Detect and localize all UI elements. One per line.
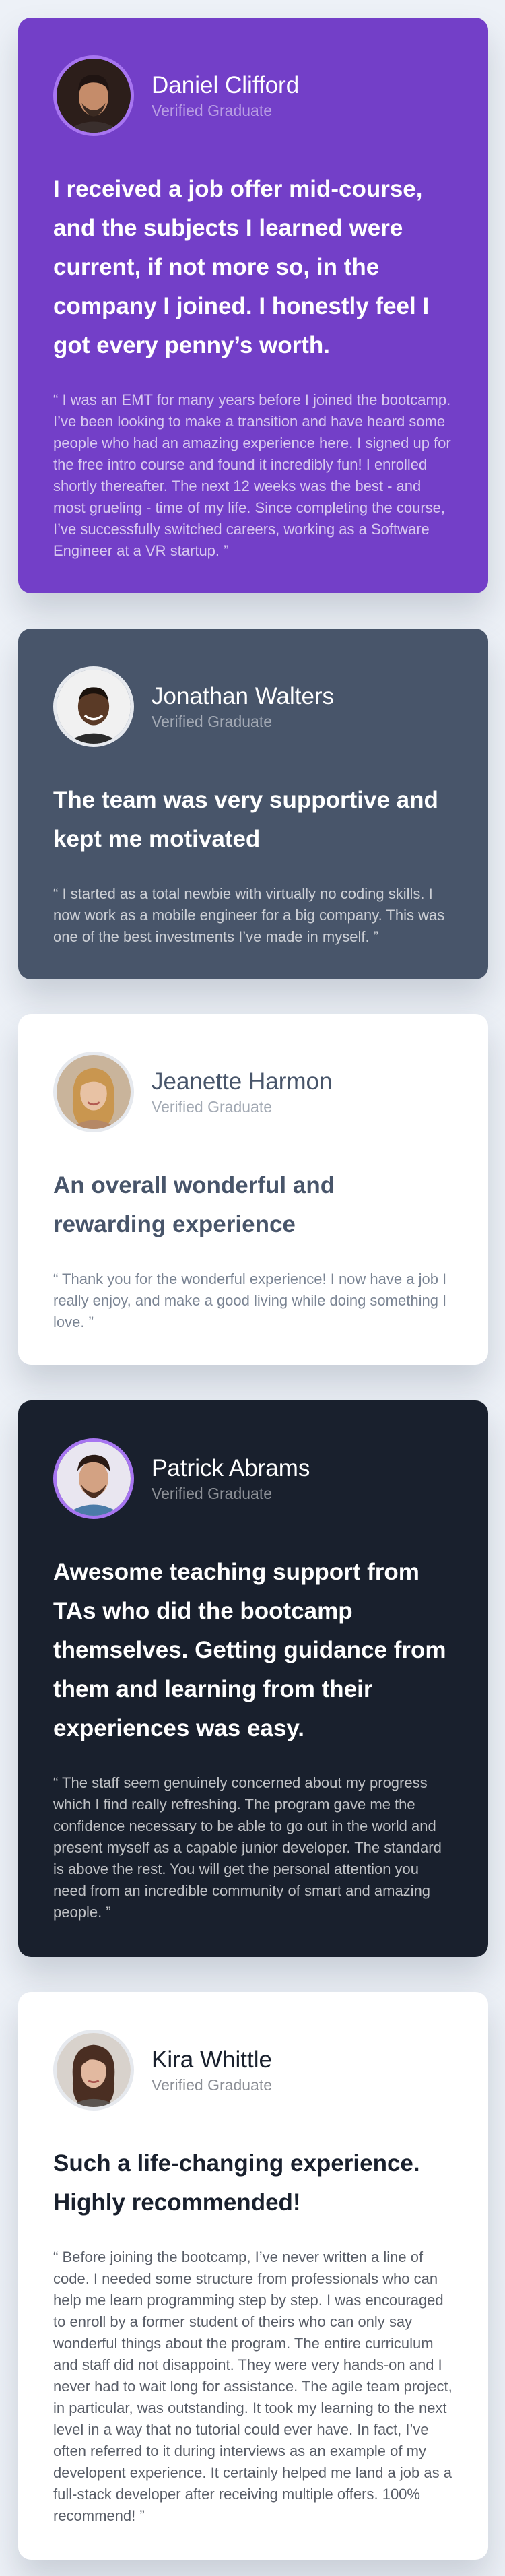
- testimonial-quote: “ The staff seem genuinely concerned abo…: [53, 1774, 442, 1921]
- author-name: Daniel Clifford: [152, 72, 300, 98]
- testimonial-quote: “ Thank you for the wonderful experience…: [53, 1270, 447, 1330]
- person-photo-icon: [57, 670, 131, 744]
- author-name: Jonathan Walters: [152, 683, 335, 709]
- card-header: Kira Whittle Verified Graduate: [53, 2030, 453, 2111]
- author-name: Jeanette Harmon: [152, 1068, 333, 1095]
- avatar: [53, 2030, 134, 2111]
- person-photo-icon: [57, 1442, 131, 1516]
- testimonial-headline: Such a life-changing experience. Highly …: [53, 2150, 420, 2216]
- author-info: Patrick Abrams Verified Graduate: [152, 1454, 310, 1504]
- person-photo-icon: [57, 2033, 131, 2107]
- author-info: Jeanette Harmon Verified Graduate: [152, 1067, 332, 1117]
- author-info: Daniel Clifford Verified Graduate: [152, 71, 299, 121]
- testimonial-headline: I received a job offer mid-course, and t…: [53, 176, 430, 358]
- author-role: Verified Graduate: [152, 2076, 273, 2094]
- author-name: Kira Whittle: [152, 2047, 272, 2073]
- avatar: [53, 1438, 134, 1519]
- testimonial-card-daniel-clifford: Daniel Clifford Verified Graduate I rece…: [18, 18, 488, 593]
- testimonial-headline: An overall wonderful and rewarding exper…: [53, 1172, 335, 1237]
- person-photo-icon: [57, 59, 131, 133]
- card-header: Patrick Abrams Verified Graduate: [53, 1438, 453, 1519]
- testimonial-card-patrick-abrams: Patrick Abrams Verified Graduate Awesome…: [18, 1400, 488, 1957]
- testimonial-quote: “ I was an EMT for many years before I j…: [53, 391, 451, 559]
- card-header: Jonathan Walters Verified Graduate: [53, 666, 453, 747]
- author-info: Jonathan Walters Verified Graduate: [152, 682, 334, 732]
- author-role: Verified Graduate: [152, 1485, 273, 1502]
- testimonial-card-jonathan-walters: Jonathan Walters Verified Graduate The t…: [18, 629, 488, 979]
- author-role: Verified Graduate: [152, 102, 273, 119]
- testimonial-headline: Awesome teaching support from TAs who di…: [53, 1559, 446, 1741]
- testimonial-headline: The team was very supportive and kept me…: [53, 787, 438, 852]
- card-header: Jeanette Harmon Verified Graduate: [53, 1052, 453, 1132]
- avatar: [53, 666, 134, 747]
- testimonials-page: Daniel Clifford Verified Graduate I rece…: [0, 0, 505, 2576]
- author-role: Verified Graduate: [152, 713, 273, 730]
- testimonial-card-jeanette-harmon: Jeanette Harmon Verified Graduate An ove…: [18, 1014, 488, 1365]
- author-info: Kira Whittle Verified Graduate: [152, 2045, 272, 2095]
- author-name: Patrick Abrams: [152, 1455, 310, 1481]
- person-photo-icon: [57, 1055, 131, 1129]
- testimonial-quote: “ I started as a total newbie with virtu…: [53, 885, 445, 945]
- testimonial-quote: “ Before joining the bootcamp, I’ve neve…: [53, 2249, 452, 2524]
- avatar: [53, 1052, 134, 1132]
- card-header: Daniel Clifford Verified Graduate: [53, 55, 453, 136]
- author-role: Verified Graduate: [152, 1098, 273, 1116]
- avatar: [53, 55, 134, 136]
- testimonial-card-kira-whittle: Kira Whittle Verified Graduate Such a li…: [18, 1992, 488, 2560]
